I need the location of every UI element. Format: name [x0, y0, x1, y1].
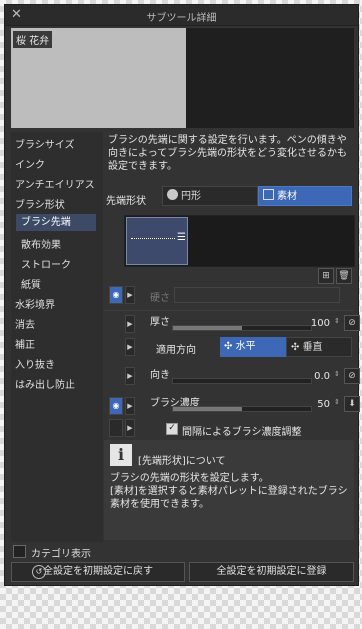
reset-all-settings-button[interactable]: ↺ 全設定を初期設定に戻す	[11, 562, 185, 582]
sidebar-item-erase[interactable]: 消去	[15, 316, 35, 331]
spin-icon[interactable]: ⇕	[334, 370, 340, 378]
brush-preview: 桜 花弁	[11, 28, 354, 128]
tool-name-label: 桜 花弁	[13, 31, 53, 48]
sidebar-item-antialiasing[interactable]: アンチエイリアス	[15, 176, 95, 191]
sidebar-item-stroke[interactable]: ストローク	[21, 256, 71, 271]
spin-icon[interactable]: ⇕	[334, 317, 340, 325]
settings-panel: ブラシの先端に関する設定を行います。ペンの傾きや向きによってブラシ先端の形状をど…	[104, 132, 360, 542]
eye-icon[interactable]: ◉	[109, 286, 123, 304]
sidebar-item-correction[interactable]: 補正	[15, 336, 35, 351]
sidebar-item-ink[interactable]: インク	[15, 156, 45, 171]
thickness-pressure-icon[interactable]: ⊘	[344, 315, 360, 331]
window-title: サブツール詳細	[146, 13, 217, 24]
tip-material-thumbnail[interactable]: ☰	[126, 217, 188, 265]
preview-canvas: 桜 花弁	[11, 28, 186, 128]
direction-value[interactable]: 0.0	[290, 371, 330, 382]
brush-density-fill	[173, 407, 242, 411]
help-title: [先端形状]について	[138, 456, 226, 467]
tip-material-preview	[131, 238, 175, 239]
info-icon: i	[110, 444, 132, 466]
expand-arrow-icon[interactable]: ▶	[125, 367, 135, 385]
apply-direction-vertical-button[interactable]: ✣ 垂直	[286, 337, 352, 357]
eye-icon[interactable]	[109, 419, 123, 437]
tip-shape-label: 先端形状	[106, 196, 146, 207]
help-body-line: ブラシの先端の形状を設定します。	[110, 473, 269, 484]
hardness-row: ◉ ▶ 硬さ	[104, 286, 354, 304]
sidebar-item-brush-size[interactable]: ブラシサイズ	[15, 136, 75, 151]
expand-arrow-icon[interactable]: ▶	[125, 397, 135, 415]
horizontal-icon: ✣	[224, 341, 236, 352]
expand-arrow-icon[interactable]: ▶	[125, 338, 135, 356]
brush-density-value[interactable]: 50	[290, 399, 330, 410]
delete-material-icon[interactable]: 🗑	[336, 268, 352, 284]
hardness-selector[interactable]	[174, 287, 340, 303]
register-default-settings-button[interactable]: 全設定を初期設定に登録	[189, 562, 354, 582]
help-panel: i [先端形状]について ブラシの先端の形状を設定します。 [素材]を選択すると…	[104, 440, 354, 540]
material-stack-icon: ☰	[177, 232, 186, 243]
category-display-checkbox[interactable]	[13, 545, 26, 558]
thickness-fill	[173, 326, 242, 330]
apply-direction-horizontal-button[interactable]: ✣ 水平	[220, 337, 286, 357]
sidebar-item-watercolor-edge[interactable]: 水彩境界	[15, 296, 55, 311]
sidebar-item-texture[interactable]: 紙質	[21, 276, 41, 291]
tip-shape-material-button[interactable]: 素材	[258, 186, 352, 206]
tip-material-list[interactable]: ☰	[124, 215, 355, 267]
sidebar-item-prevent-overflow[interactable]: はみ出し防止	[15, 376, 75, 391]
category-display-label: カテゴリ表示	[31, 549, 91, 560]
category-description: ブラシの先端に関する設定を行います。ペンの傾きや向きによってブラシ先端の形状をど…	[108, 135, 347, 172]
interval-density-checkbox[interactable]: ✓	[166, 423, 178, 435]
expand-arrow-icon[interactable]: ▶	[125, 286, 135, 304]
vertical-icon: ✣	[291, 342, 303, 353]
hardness-label: 硬さ	[150, 293, 170, 304]
sidebar-item-brush-tip[interactable]: ブラシ先端	[16, 214, 96, 231]
add-material-button[interactable]: ⊞	[318, 268, 334, 284]
material-icon	[263, 189, 274, 200]
apply-direction-label: 適用方向	[156, 345, 196, 356]
title-bar: ✕ サブツール詳細	[5, 5, 358, 26]
brush-density-row: ◉ ▶ ブラシ濃度 50 ⇕ ⬇ ▶ ✓ 間隔によるブラシ濃度調整	[104, 392, 360, 438]
interval-density-label: 間隔によるブラシ濃度調整	[182, 427, 302, 438]
direction-row: ▶ 向き 0.0 ⇕ ⊘	[104, 364, 360, 388]
spin-icon[interactable]: ⇕	[334, 398, 340, 406]
reset-icon: ↺	[32, 565, 46, 579]
brush-density-pressure-icon[interactable]: ⬇	[344, 396, 360, 412]
direction-pressure-icon[interactable]: ⊘	[344, 368, 360, 384]
circle-icon	[167, 189, 178, 200]
thickness-label: 厚さ	[150, 317, 170, 328]
category-sidebar: ブラシサイズ インク アンチエイリアス ブラシ形状 ブラシ先端 散布効果 ストロ…	[11, 132, 103, 542]
sidebar-item-brush-shape[interactable]: ブラシ形状	[15, 196, 65, 211]
sidebar-item-starting-ending[interactable]: 入り抜き	[15, 356, 55, 371]
help-body: ブラシの先端の形状を設定します。 [素材]を選択すると素材パレットに登録されたブ…	[110, 472, 350, 511]
sidebar-item-spray-effect[interactable]: 散布効果	[21, 236, 61, 251]
direction-label: 向き	[150, 370, 170, 381]
eye-icon[interactable]: ◉	[109, 397, 123, 415]
sub-tool-detail-window: ✕ サブツール詳細 桜 花弁 ブラシサイズ インク アンチエイリアス ブラシ形状…	[4, 4, 360, 586]
thickness-row: ▶ 厚さ 100 ⇕ ⊘ ▶ 適用方向 ✣ 水平 ✣ 垂直	[104, 310, 360, 357]
expand-arrow-icon[interactable]: ▶	[125, 419, 135, 437]
thickness-value[interactable]: 100	[290, 318, 330, 329]
help-body-line: [素材]を選択すると素材パレットに登録されたブラシ素材を使用できます。	[110, 486, 348, 510]
tip-shape-round-button[interactable]: 円形	[162, 186, 258, 206]
expand-arrow-icon[interactable]: ▶	[125, 315, 135, 333]
